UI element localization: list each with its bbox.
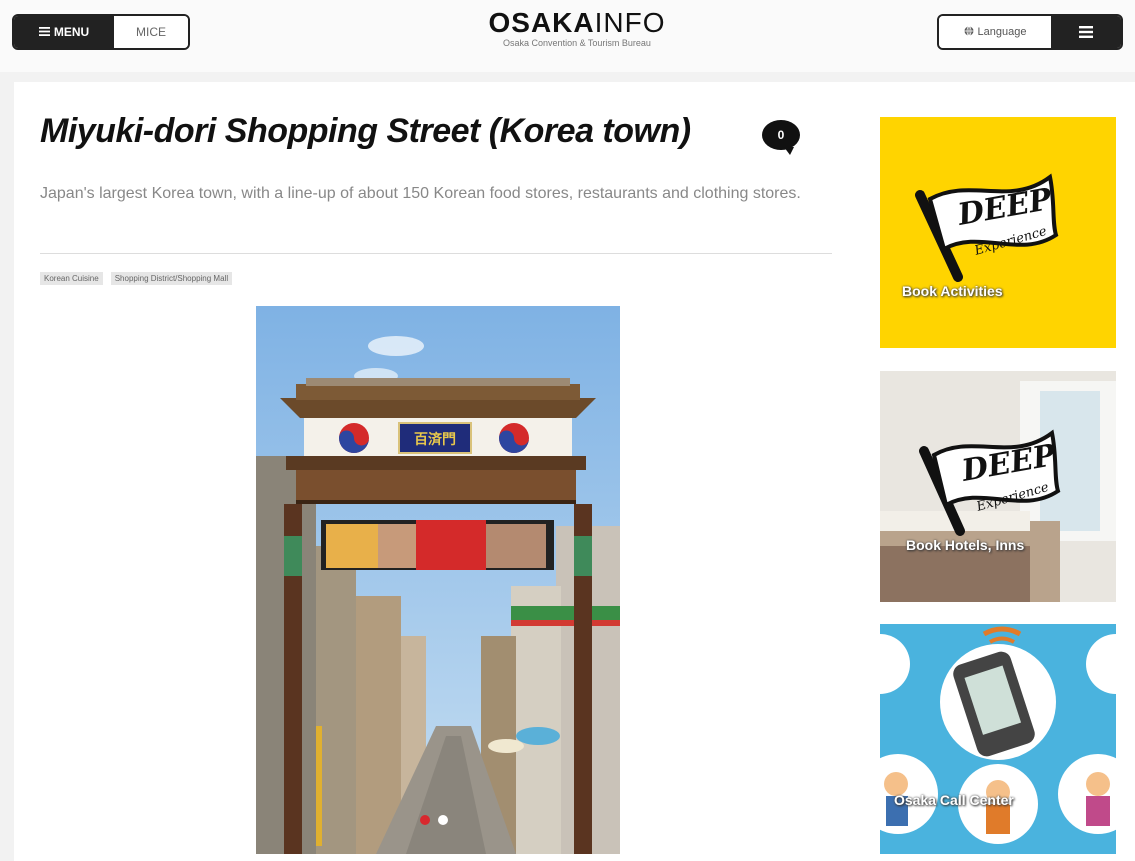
hamburger-icon: [1079, 22, 1093, 43]
menu-button[interactable]: MENU: [14, 16, 114, 48]
hamburger-icon: [38, 25, 50, 39]
logo-bold-text: OSAKA: [488, 7, 595, 38]
divider: [40, 253, 832, 254]
tag-list: Korean Cuisine Shopping District/Shoppin…: [40, 272, 233, 285]
taegeuk-emblem-left: [339, 423, 369, 453]
menu-button-group: MENU MICE: [12, 14, 190, 50]
logo-subtitle: Osaka Convention & Tourism Bureau: [503, 38, 651, 48]
book-hotels-label: Book Hotels, Inns: [906, 537, 1025, 553]
tag-korean-cuisine[interactable]: Korean Cuisine: [40, 272, 103, 285]
globe-icon: [964, 25, 974, 39]
article-description: Japan's largest Korea town, with a line-…: [40, 185, 801, 202]
call-center-illustration: [880, 624, 1116, 854]
deep-experience-flag-icon: DEEP Experience: [915, 173, 1059, 282]
mice-button[interactable]: MICE: [114, 16, 188, 48]
call-center-label: Osaka Call Center: [894, 792, 1014, 808]
top-navigation-bar: MENU MICE OSAKAINFO Osaka Convention & T…: [0, 0, 1135, 72]
side-menu-button[interactable]: [1051, 16, 1121, 48]
language-menu-group: Language: [937, 14, 1123, 50]
mice-button-label: MICE: [136, 25, 166, 39]
book-hotels-banner[interactable]: DEEP Experience Book Hotels, Inns: [880, 371, 1116, 602]
comment-count-badge[interactable]: 0: [762, 120, 800, 155]
language-button-label: Language: [977, 26, 1027, 38]
book-activities-banner[interactable]: DEEP Experience Book Activities: [880, 117, 1116, 348]
call-center-banner[interactable]: Osaka Call Center: [880, 624, 1116, 854]
tag-shopping-district[interactable]: Shopping District/Shopping Mall: [110, 272, 233, 285]
gate-sign-text: 百済門: [414, 431, 456, 448]
korea-town-gate-photo: 百済門: [256, 306, 620, 854]
hotel-room-photo: DEEP Experience: [880, 371, 1116, 602]
comment-count: 0: [777, 128, 785, 142]
page-title: Miyuki-dori Shopping Street (Korea town): [40, 112, 691, 150]
carousel-indicators: [420, 815, 448, 825]
logo-light-text: INFO: [594, 7, 666, 38]
menu-button-label: MENU: [53, 25, 90, 39]
language-button[interactable]: Language: [939, 16, 1051, 48]
taegeuk-emblem-right: [499, 423, 529, 453]
book-activities-label: Book Activities: [902, 283, 1003, 299]
carousel-dot[interactable]: [438, 815, 448, 825]
logo-wordmark: OSAKAINFO: [467, 8, 687, 38]
carousel-dot-active[interactable]: [420, 815, 430, 825]
main-photo-carousel[interactable]: 百済門: [256, 306, 620, 854]
site-logo[interactable]: OSAKAINFO Osaka Convention & Tourism Bur…: [467, 8, 687, 49]
